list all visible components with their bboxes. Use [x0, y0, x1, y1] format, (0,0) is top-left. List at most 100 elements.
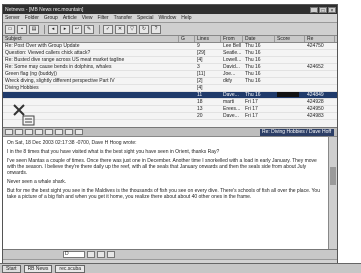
column-score[interactable]: Score [275, 36, 305, 42]
toolbar: ▭ ▪ ▤ ◂ ▸ ↩ ✎ ✓ ✕ ▽ ↻ ? [3, 23, 337, 36]
save-icon[interactable]: ▪ [17, 24, 27, 34]
column-lines[interactable]: Lines [195, 36, 221, 42]
row-from: David... [223, 64, 240, 70]
article-prev-icon[interactable] [5, 129, 13, 135]
print-icon[interactable]: ▤ [29, 24, 39, 34]
compose-field[interactable]: D [63, 251, 85, 258]
table-row[interactable]: Re: Some may cause bends in dolphins, wh… [3, 64, 337, 71]
delete-icon[interactable]: ✕ [115, 24, 125, 34]
help-icon[interactable]: ? [151, 24, 161, 34]
maximize-button[interactable]: □ [319, 6, 327, 14]
compose-button[interactable] [87, 251, 95, 258]
reply-icon[interactable]: ↩ [72, 24, 82, 34]
menu-filter[interactable]: Filter [97, 15, 108, 21]
column-date[interactable]: Date [243, 36, 275, 42]
article-next-icon[interactable] [15, 129, 23, 135]
row-re: 424983 [307, 113, 324, 119]
filter-icon[interactable]: ▽ [127, 24, 137, 34]
table-row[interactable]: Wreck diving, slightly different perspec… [3, 78, 337, 85]
newsreader-window: Netnews - [MB News rec.mountain] _ □ × S… [2, 4, 338, 268]
article-quote: I in the 8 times that you have visited w… [7, 149, 220, 155]
menu-view[interactable]: View [82, 15, 93, 21]
next-icon[interactable]: ▸ [60, 24, 70, 34]
row-from: Dave... [223, 113, 239, 119]
message-rows: Re: Post Over with Group Update 9 Lee Bell… [3, 43, 337, 120]
row-score [275, 113, 305, 119]
menu-special[interactable]: Special [137, 15, 153, 21]
row-lines: 9 [197, 43, 200, 49]
menu-transfer[interactable]: Transfer [114, 15, 132, 21]
table-row[interactable]: Re: Busted dive range across US meat mar… [3, 57, 337, 64]
row-re: 424849 [307, 92, 324, 98]
article-delete-icon[interactable] [65, 129, 73, 135]
row-score [275, 57, 305, 63]
row-from: Erees... [223, 106, 241, 112]
close-button[interactable]: × [328, 6, 336, 14]
previous-icon[interactable]: ◂ [48, 24, 58, 34]
row-lines: 11 [197, 92, 203, 98]
window-title: Netnews - [MB News rec.mountain] [5, 6, 84, 13]
menu-folder[interactable]: Folder [25, 15, 39, 21]
article-header-line: On Sat, 18 Dec 2003 02:17:38 -0700, Dave… [7, 140, 137, 146]
open-icon[interactable]: ▭ [5, 24, 15, 34]
row-score [275, 50, 305, 56]
message-list: Subject G Lines From Date Score Re Re: P… [3, 36, 337, 128]
scrollbar-thumb[interactable] [330, 167, 336, 185]
table-row[interactable]: Re: Post Over with Group Update 9 Lee Bell… [3, 43, 337, 50]
refresh-icon[interactable]: ↻ [139, 24, 149, 34]
menu-bar: Server Folder Group Article View Filter … [3, 14, 337, 23]
column-g[interactable]: G [179, 36, 195, 42]
row-re [305, 85, 335, 91]
column-re[interactable]: Re [305, 36, 335, 42]
row-date: Thu 16 [245, 78, 261, 84]
row-date: Thu 16 [245, 43, 261, 49]
column-subject[interactable]: Subject [3, 36, 179, 42]
row-from: marti [223, 99, 235, 105]
row-from [221, 85, 243, 91]
mark-read-icon[interactable]: ✓ [103, 24, 113, 34]
table-row[interactable]: 18 marti Fri 17 424928 [3, 99, 337, 106]
compose-button[interactable] [107, 251, 115, 258]
article-scrollbar[interactable] [328, 137, 337, 249]
table-row[interactable]: Question: Viewed callers chick attack? [2… [3, 50, 337, 57]
menu-window[interactable]: Window [158, 15, 176, 21]
article-forward-icon[interactable] [35, 129, 43, 135]
row-score [275, 71, 305, 77]
row-date: Thu 16 [245, 57, 261, 63]
list-header: Subject G Lines From Date Score Re [3, 36, 337, 43]
article-search-icon[interactable] [75, 129, 83, 135]
menu-server[interactable]: Server [5, 15, 20, 21]
row-subject [3, 92, 179, 98]
compose-button[interactable] [97, 251, 105, 258]
table-row[interactable]: Diving Hobbies [4] [3, 85, 337, 92]
table-row[interactable]: 20 Dave... Fri 17 424983 [3, 113, 337, 120]
toolbar-separator [99, 24, 100, 34]
minimize-button[interactable]: _ [310, 6, 318, 14]
article-reply-icon[interactable] [25, 129, 33, 135]
menu-group[interactable]: Group [44, 15, 58, 21]
article-save-icon[interactable] [55, 129, 63, 135]
start-button[interactable]: Start [2, 264, 21, 273]
title-bar: Netnews - [MB News rec.mountain] _ □ × [3, 5, 337, 14]
row-g [179, 50, 195, 56]
post-icon[interactable]: ✎ [84, 24, 94, 34]
row-score [275, 78, 305, 84]
row-g [179, 85, 195, 91]
row-score [275, 85, 305, 91]
taskbar-item-rec-scuba[interactable]: rec.scuba [55, 264, 86, 273]
row-lines: 13 [197, 106, 203, 112]
menu-article[interactable]: Article [63, 15, 77, 21]
table-row[interactable]: Green flag (ng (buddy)) [11] Joe... Thu 16 [3, 71, 337, 78]
taskbar-item-rb-news[interactable]: RB News [23, 264, 53, 273]
row-score [275, 92, 305, 98]
article-author-bar: Re: Diving Hobbies / Dave Hoff [260, 128, 334, 136]
taskbar: Start RB News rec.scuba [0, 263, 361, 273]
menu-help[interactable]: Help [181, 15, 191, 21]
article-print-icon[interactable] [45, 129, 53, 135]
row-score [275, 106, 305, 112]
column-from[interactable]: From [221, 36, 243, 42]
row-re [305, 78, 335, 84]
row-date: Thu 16 [245, 64, 261, 70]
table-row[interactable]: 13 Erees... Fri 17 424950 [3, 106, 337, 113]
table-row[interactable]: 11 Dave... Thu 16 424849 [3, 92, 337, 99]
